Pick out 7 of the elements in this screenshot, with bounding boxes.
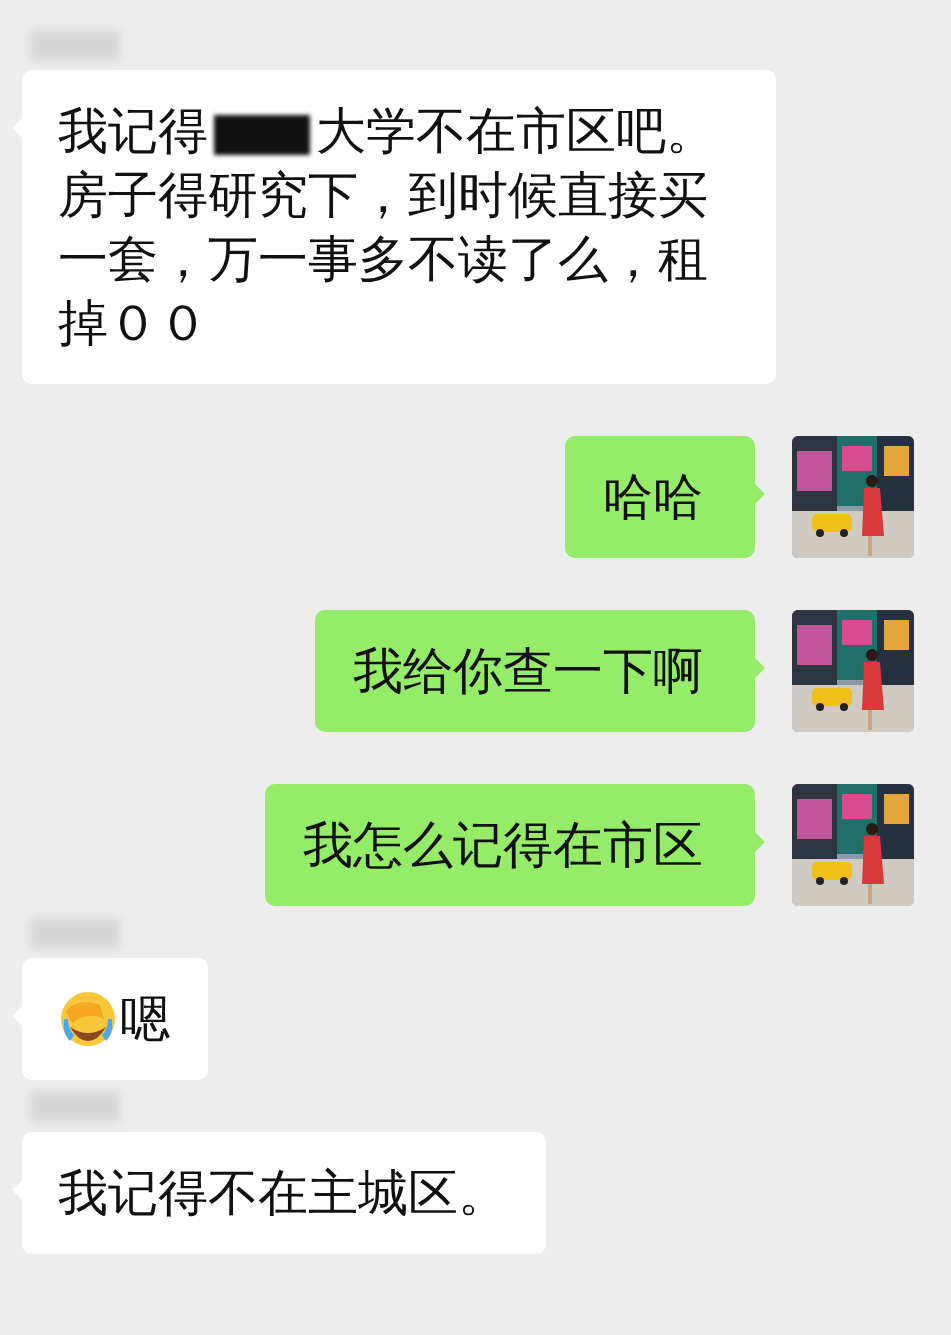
message-text: 我记得不在主城区。 <box>58 1163 508 1224</box>
message-text: 我怎么记得在市区 <box>303 815 703 876</box>
message-text: 哈哈 <box>603 467 703 528</box>
facepalm-emoji-icon <box>58 989 118 1049</box>
message-text: 我给你查一下啊 <box>353 641 703 702</box>
message-text: 嗯 <box>120 989 170 1050</box>
message-text: 我记得 大学不在市区吧。房子得研究下，到时候直接买一套，万一事多不读了么，租掉００ <box>58 101 717 354</box>
